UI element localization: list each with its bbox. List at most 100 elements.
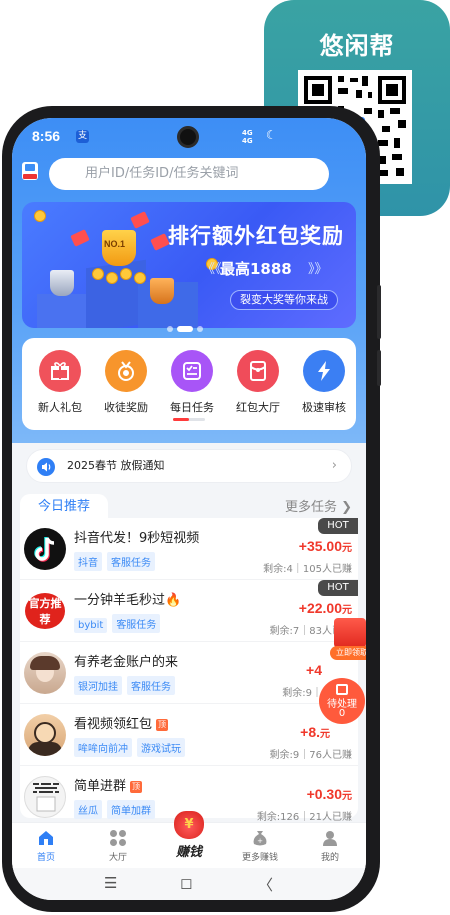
pagination-dot[interactable] (167, 325, 173, 332)
lightning-icon (303, 350, 345, 392)
notice-text: 2025春节 放假通知 (67, 459, 165, 472)
search-input[interactable]: 用户ID/任务ID/任务关键词 (49, 158, 329, 190)
banner-chevron-right: 》》 (308, 262, 328, 277)
task-tags: bybit 客服任务 (74, 613, 165, 633)
home-icon (37, 829, 55, 847)
back-icon[interactable]: 〈 (258, 874, 273, 895)
quick-action-label: 新人礼包 (38, 401, 82, 414)
coin-icon (106, 272, 118, 284)
task-item[interactable]: 看视频领红包顶 哞哞向前冲 游戏试玩 +8.元 剩余:9｜76人已赚 (20, 704, 358, 766)
gift-icon (39, 350, 81, 392)
task-reward: +8.元 (300, 724, 330, 740)
nav-label: 更多赚钱 (241, 853, 278, 863)
claim-label: 立即领取 (330, 646, 366, 660)
svg-text:+: + (257, 837, 263, 845)
money-bag-icon (174, 811, 204, 839)
speaker-icon (37, 458, 55, 476)
nav-label: 大厅 (108, 853, 127, 863)
bronze-trophy-icon (150, 278, 174, 304)
more-tasks-link[interactable]: 更多任务 ❯ (285, 496, 352, 515)
notice-bar[interactable]: 2025春节 放假通知 › (26, 449, 352, 483)
home-square-icon[interactable]: ◻ (180, 874, 192, 892)
task-reward: +0.30元 (306, 786, 352, 802)
quick-action-label: 极速审核 (302, 401, 346, 414)
nav-hall[interactable]: 大厅 (88, 829, 148, 863)
task-reward: +4 (306, 662, 322, 678)
medal-icon (105, 350, 147, 392)
app-logo-icon[interactable] (22, 162, 38, 180)
qr-thumbnail-avatar (24, 776, 66, 818)
task-item[interactable]: 抖音代发！9秒短视频 抖音 客服任务 HOT +35.00元 剩余:4｜105人已… (20, 518, 358, 580)
task-title: 有养老金账户的来 (74, 655, 179, 670)
task-title: 一分钟羊毛秒过🔥 (74, 593, 182, 608)
nav-earn[interactable]: 赚钱 (160, 811, 218, 860)
menu-icon[interactable]: ☰ (104, 874, 117, 892)
task-list: 抖音代发！9秒短视频 抖音 客服任务 HOT +35.00元 剩余:4｜105人已… (20, 518, 358, 823)
chevron-right-icon: › (331, 458, 337, 473)
tab-today-recommended[interactable]: 今日推荐 (20, 494, 108, 520)
nav-more-earn[interactable]: + 更多赚钱 (230, 829, 290, 863)
task-item[interactable]: 官方推荐 一分钟羊毛秒过🔥 bybit 客服任务 HOT +22.00元 剩余:7… (20, 580, 358, 642)
quick-actions-scroll-indicator (173, 418, 205, 421)
nav-label: 首页 (36, 853, 55, 863)
user-icon (321, 829, 339, 847)
red-envelope-icon (237, 350, 279, 392)
task-tag: 抖音 (74, 552, 102, 571)
banner-pagination (167, 318, 207, 337)
pending-count: 0 (338, 708, 346, 719)
coin-bag-icon: + (251, 829, 269, 847)
task-tags: 哞哞向前冲 游戏试玩 (74, 737, 190, 757)
banner-title: 排行额外红包奖励 (168, 224, 344, 248)
task-tag: 哞哞向前冲 (74, 738, 132, 757)
red-envelope-icon (130, 211, 150, 229)
promo-banner[interactable]: NO.1 排行额外红包奖励 《《 最高1888 》》 裂变大奖等你来战 (22, 202, 356, 328)
silver-trophy-icon (50, 270, 74, 296)
red-envelope-icon (70, 229, 90, 247)
banner-subtitle: 最高1888 (220, 260, 292, 278)
network-indicator: 4G 4G (242, 129, 253, 145)
system-navigation-bar: ☰ ◻ 〈 (12, 868, 366, 900)
task-tags: 抖音 客服任务 (74, 551, 160, 571)
quick-action-fast-review[interactable]: 极速审核 (296, 350, 352, 415)
quick-action-daily-tasks[interactable]: 每日任务 (164, 350, 220, 415)
nav-label: 赚钱 (175, 845, 202, 860)
task-tag: 丝瓜 (74, 800, 102, 819)
nav-label: 我的 (320, 853, 339, 863)
pagination-dot-active[interactable] (177, 325, 193, 332)
task-title: 看视频领红包顶 (74, 717, 169, 732)
section-header: 今日推荐 更多任务 ❯ (20, 494, 366, 520)
volume-button (377, 285, 381, 339)
official-recommend-avatar: 官方推荐 (24, 590, 66, 632)
quick-action-red-envelope-hall[interactable]: 红包大厅 (230, 350, 286, 415)
grid-icon (109, 829, 127, 847)
pinned-badge: 顶 (130, 781, 143, 793)
coin-icon (34, 210, 46, 222)
task-remaining: 剩余:126｜21人已赚 (256, 812, 352, 823)
pagination-dot[interactable] (197, 325, 203, 332)
banner-cta-button[interactable]: 裂变大奖等你来战 (230, 290, 338, 310)
task-tag: 银河加挂 (74, 676, 122, 695)
quick-action-apprentice-reward[interactable]: 收徒奖励 (98, 350, 154, 415)
task-title: 抖音代发！9秒短视频 (74, 531, 200, 546)
phone-screen: 8:56 支 4G 4G ☾ 用户ID/任务ID/任务关键词 NO.1 排行额外红… (12, 118, 366, 900)
quick-actions-card: 新人礼包 收徒奖励 每日任务 红包大厅 极速审核 (22, 338, 356, 430)
nav-home[interactable]: 首页 (16, 829, 76, 863)
coin-icon (120, 268, 132, 280)
quick-action-label: 每日任务 (170, 401, 214, 414)
power-button (377, 350, 381, 386)
qr-promo-title: 悠闲帮 (319, 32, 395, 60)
task-tags: 银河加挂 客服任务 (74, 675, 180, 695)
task-reward: +35.00元 (298, 538, 352, 554)
hot-badge: HOT (318, 518, 358, 534)
task-remaining: 剩余:9｜ (282, 688, 322, 699)
quick-action-new-user-gift[interactable]: 新人礼包 (32, 350, 88, 415)
front-camera (177, 126, 199, 148)
claim-red-envelope-button[interactable]: 立即领取 (330, 618, 366, 666)
notification-app-icon: 支 (76, 130, 89, 143)
nav-profile[interactable]: 我的 (300, 829, 360, 863)
task-item[interactable]: 有养老金账户的来 银河加挂 客服任务 +4 剩余:9｜ (20, 642, 358, 704)
do-not-disturb-icon: ☾ (266, 128, 277, 142)
quick-action-label: 红包大厅 (236, 401, 280, 414)
checklist-icon (171, 350, 213, 392)
pending-button[interactable]: 待处理 0 (319, 678, 365, 724)
